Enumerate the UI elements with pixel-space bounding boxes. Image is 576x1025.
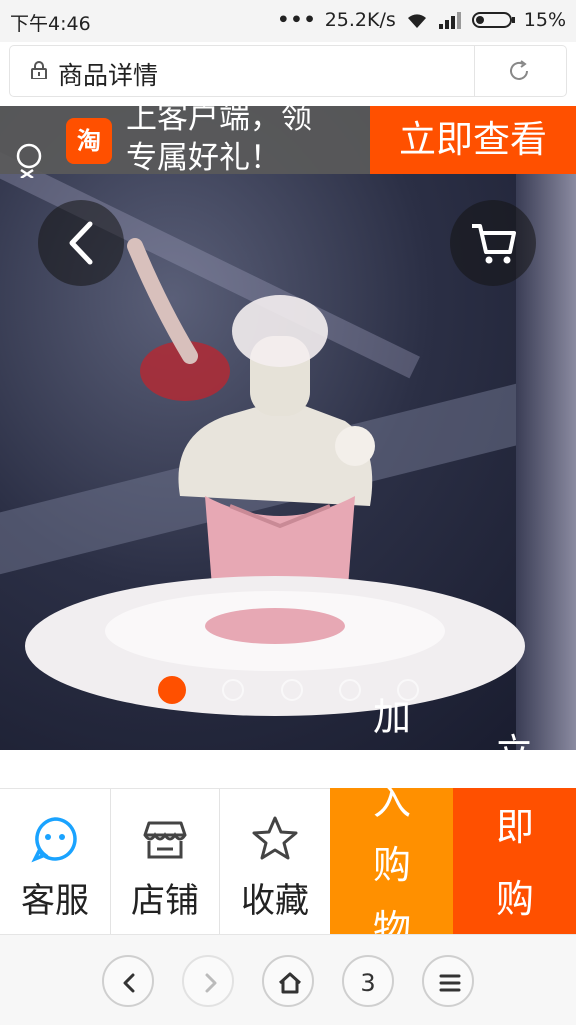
menu-icon (439, 974, 461, 992)
browser-home-button[interactable] (262, 955, 314, 1007)
store-icon (143, 821, 187, 859)
chevron-left-icon (69, 221, 93, 265)
star-icon (252, 816, 298, 860)
wifi-icon (407, 14, 426, 28)
reload-icon[interactable] (507, 59, 531, 83)
carousel-dot[interactable] (281, 679, 303, 701)
status-right: ••• 25.2K/s 15% (277, 9, 566, 31)
lock-icon (31, 61, 47, 79)
action-label: 店铺 (131, 881, 199, 921)
battery-icon (471, 12, 515, 28)
back-button[interactable] (38, 200, 124, 286)
carousel-dot[interactable] (158, 676, 186, 704)
tab-count: 3 (360, 969, 376, 997)
back-icon (123, 973, 135, 993)
customer-service-button[interactable]: 客服 (0, 789, 110, 935)
page-title: 商品详情 (58, 61, 159, 90)
browser-back-button[interactable] (102, 955, 154, 1007)
browser-forward-button[interactable] (182, 955, 234, 1007)
buy-char: 购 (495, 877, 534, 921)
status-dots: ••• (277, 9, 317, 31)
open-app-button[interactable]: 立即查看 (370, 106, 576, 174)
status-bar: 下午4:46 ••• 25.2K/s 15% (0, 0, 576, 42)
banner-text-line: 专属好礼！ (126, 140, 281, 176)
forward-icon (205, 973, 217, 993)
network-speed: 25.2K/s (324, 9, 396, 31)
cart-overflow-text: 加 (372, 695, 411, 739)
action-label: 客服 (21, 881, 89, 921)
product-image[interactable]: 加 立 (0, 106, 576, 750)
carousel-indicators (0, 676, 576, 708)
status-time: 下午4:46 (10, 13, 91, 35)
chat-bubble-icon (31, 817, 77, 863)
url-bar[interactable]: 商品详情 (10, 46, 566, 96)
banner-text: 上客户端，领 专属好礼！ (126, 98, 366, 178)
carousel-dot[interactable] (339, 679, 361, 701)
add-to-cart-button[interactable]: 入 购 物 (330, 788, 453, 934)
close-icon[interactable] (12, 142, 46, 178)
store-button[interactable]: 店铺 (111, 789, 219, 935)
buy-overflow-text: 立 (488, 720, 540, 750)
buy-now-button[interactable]: 即 购 (453, 788, 576, 934)
banner-text-line: 上客户端，领 (126, 100, 312, 136)
action-label: 收藏 (241, 881, 309, 921)
battery-percent: 15% (523, 9, 566, 31)
cart-char: 购 (372, 843, 411, 887)
cart-char: 入 (372, 788, 411, 823)
signal-icon (438, 12, 461, 29)
cart-char: 物 (372, 907, 411, 934)
cart-button[interactable] (450, 200, 536, 286)
url-divider (474, 46, 475, 96)
taobao-logo: 淘 (66, 118, 112, 164)
browser-menu-button[interactable] (422, 955, 474, 1007)
cart-icon (472, 224, 516, 264)
buy-char: 即 (495, 805, 534, 849)
browser-nav-bar: 3 (0, 934, 576, 1025)
app-download-banner[interactable]: 淘 上客户端，领 专属好礼！ 立即查看 (0, 100, 576, 178)
browser-tabs-button[interactable]: 3 (342, 955, 394, 1007)
carousel-dot[interactable] (222, 679, 244, 701)
home-icon (278, 972, 302, 994)
favorite-button[interactable]: 收藏 (220, 789, 330, 935)
